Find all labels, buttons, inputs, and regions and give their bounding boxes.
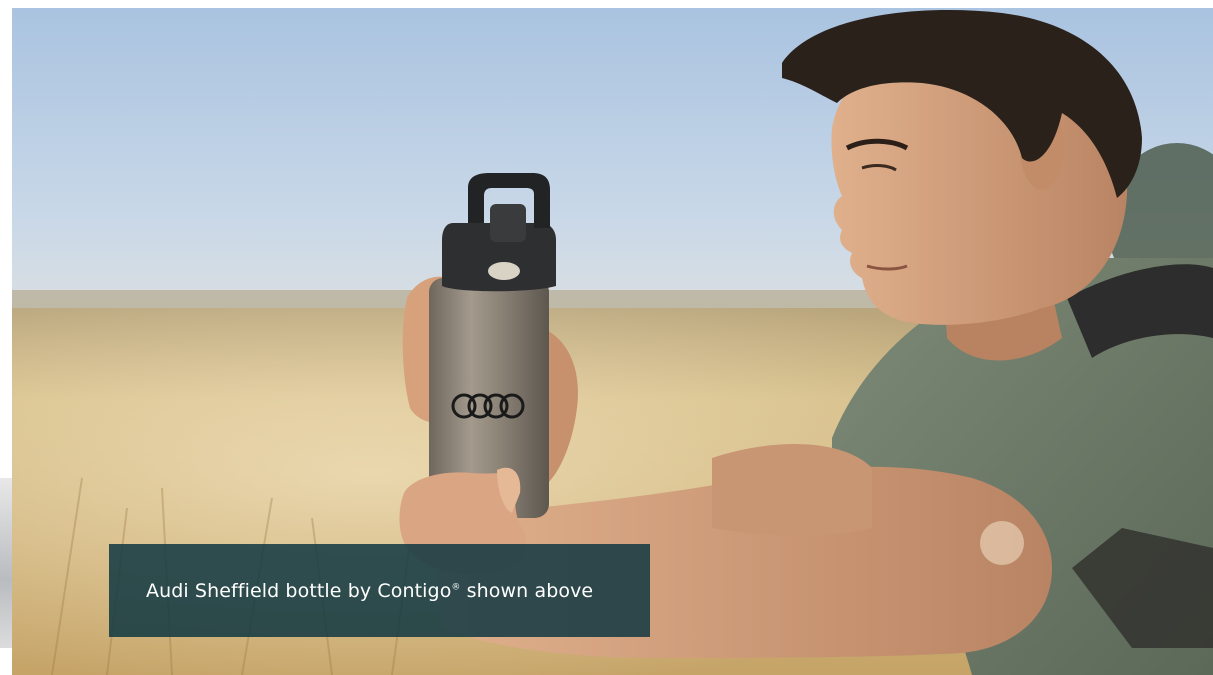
registered-trademark: ® — [451, 582, 461, 593]
bottle-button — [488, 262, 520, 280]
caption-text: Audi Sheffield bottle by Contigo® shown … — [146, 580, 593, 602]
lens-flare — [980, 521, 1024, 565]
upper-arm — [712, 444, 872, 536]
adjacent-slide-edge — [0, 478, 12, 648]
caption-product-name: Audi Sheffield bottle by Contigo — [146, 579, 452, 602]
bottle-spout — [490, 204, 526, 242]
caption-suffix: shown above — [460, 579, 594, 602]
image-caption: Audi Sheffield bottle by Contigo® shown … — [109, 544, 650, 637]
